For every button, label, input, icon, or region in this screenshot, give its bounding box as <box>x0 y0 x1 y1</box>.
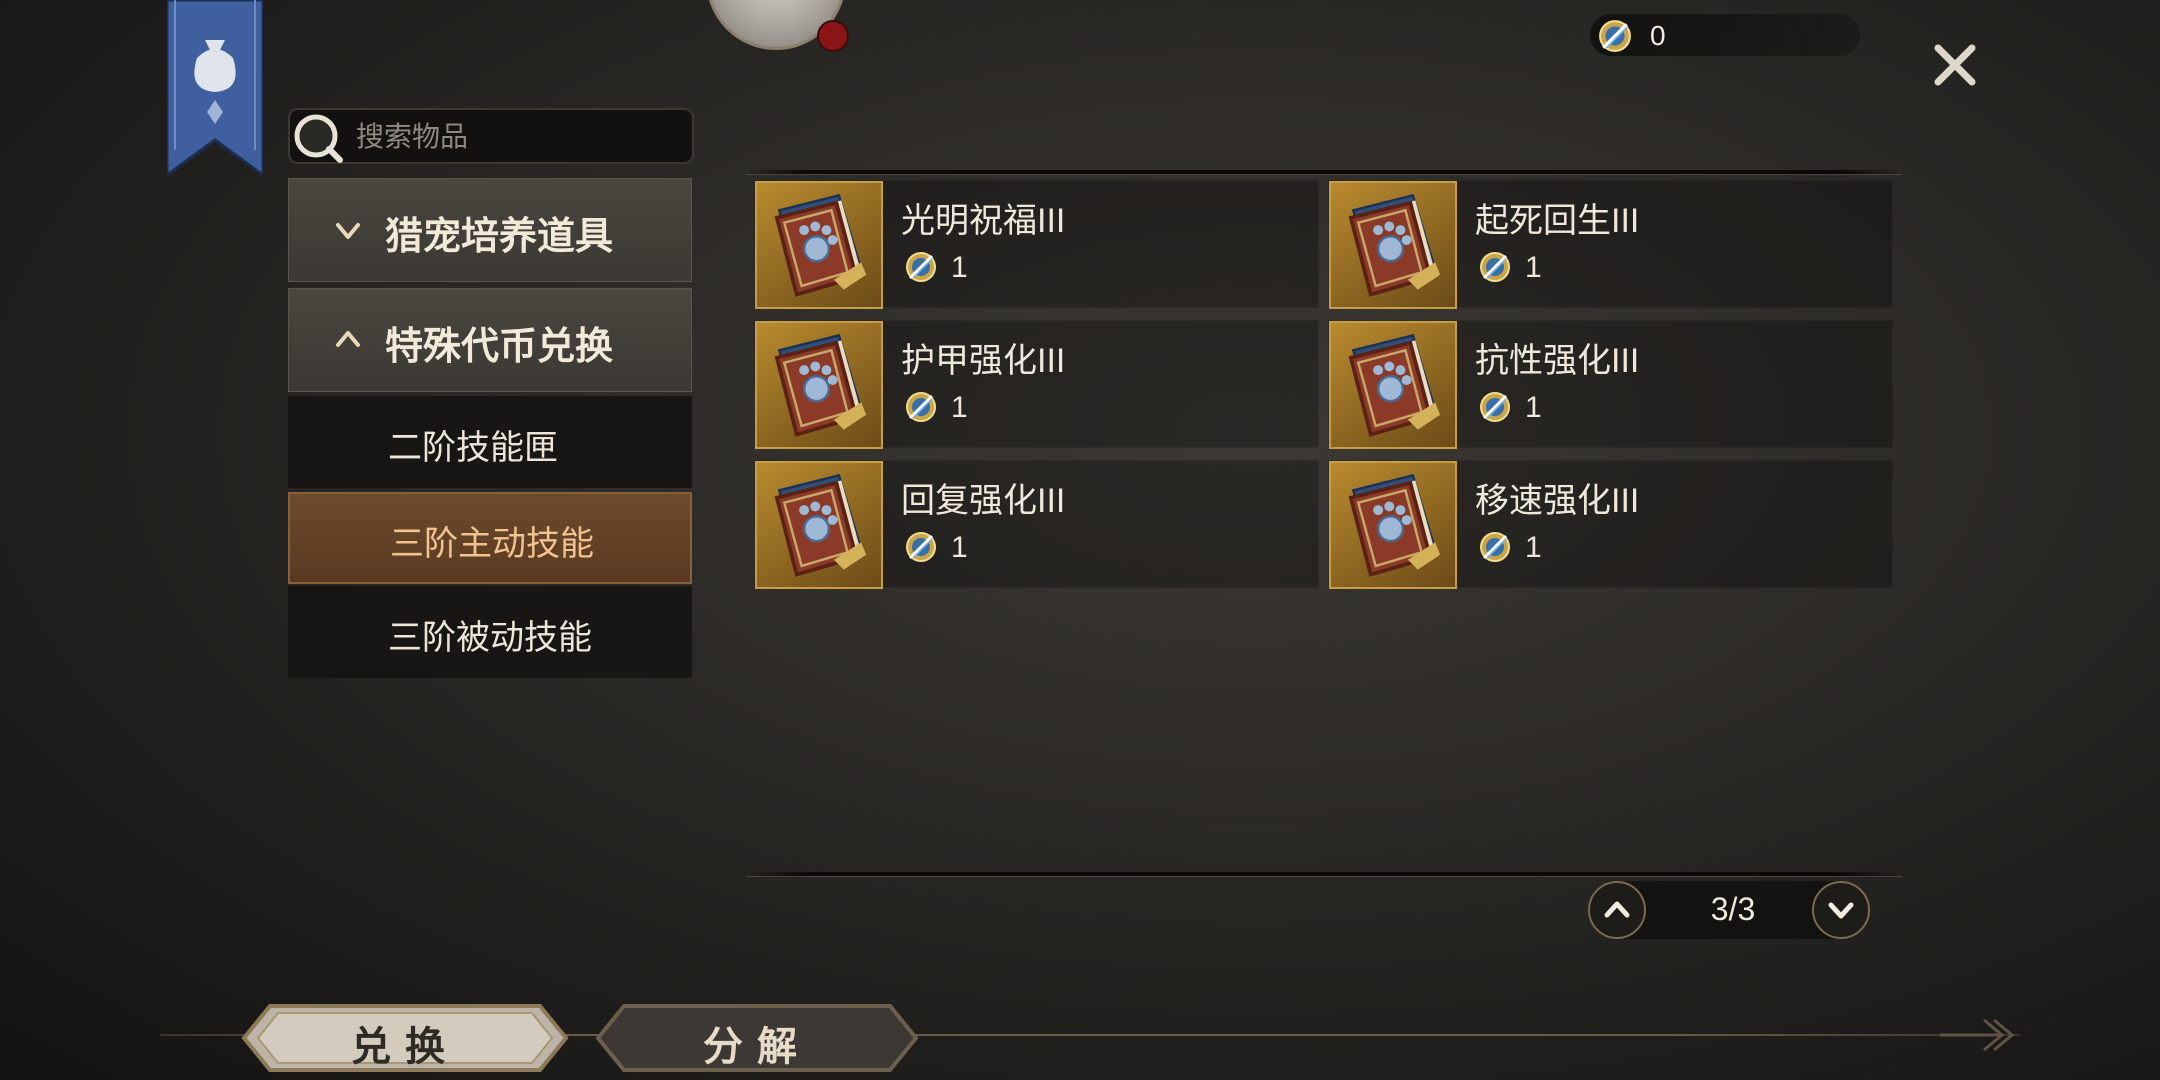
item-price: 1 <box>951 251 968 284</box>
token-price-icon <box>905 531 937 563</box>
shop-item-card[interactable]: 光明祝福III 1 <box>754 180 1319 309</box>
item-name: 光明祝福III <box>901 202 1066 240</box>
currency-amount: 0 <box>1650 20 1666 51</box>
tab-decompose[interactable]: 分解 <box>594 1000 920 1076</box>
currency-display: 0 <box>1590 14 1860 56</box>
item-icon-frame <box>1329 461 1457 589</box>
chevron-up-icon <box>336 331 360 347</box>
token-price-icon <box>1479 531 1511 563</box>
shop-item-card[interactable]: 抗性强化III 1 <box>1328 320 1893 449</box>
item-name: 护甲强化III <box>901 342 1066 380</box>
skill-book-icon <box>1331 463 1455 587</box>
chevron-up-icon <box>1604 901 1630 918</box>
page-up-button[interactable] <box>1588 881 1646 939</box>
skill-book-icon <box>1331 323 1455 447</box>
close-icon <box>1934 44 1976 86</box>
token-price-icon <box>905 251 937 283</box>
item-icon-frame <box>1329 181 1457 309</box>
chevron-down-icon <box>1828 902 1854 919</box>
tab-exchange-label: 兑换 <box>351 1023 459 1070</box>
pagination: 3/3 <box>1588 881 1870 939</box>
item-icon-frame <box>755 461 883 589</box>
item-price: 1 <box>1525 251 1542 284</box>
skill-book-icon <box>757 463 881 587</box>
page-down-button[interactable] <box>1812 881 1870 939</box>
subcategory-tier3-passive-skills[interactable]: 三阶被动技能 <box>288 586 692 678</box>
subcategory-label: 三阶被动技能 <box>388 619 592 657</box>
panel-top-divider <box>746 170 1902 175</box>
panel-bottom-divider <box>746 872 1902 877</box>
search-box <box>288 108 694 164</box>
subcategory-label: 二阶技能匣 <box>388 429 558 467</box>
item-price: 1 <box>1525 391 1542 424</box>
close-button[interactable] <box>1930 40 1980 90</box>
token-price-icon <box>1479 391 1511 423</box>
page-indicator: 3/3 <box>1710 891 1756 927</box>
skill-book-icon <box>1331 183 1455 307</box>
item-name: 移速强化III <box>1475 482 1640 520</box>
ornament-icon <box>1940 1018 2015 1052</box>
chevron-down-icon <box>336 223 360 239</box>
token-price-icon <box>1479 251 1511 283</box>
subcategory-tier2-skill-box[interactable]: 二阶技能匣 <box>288 396 692 488</box>
subcategory-label: 三阶主动技能 <box>390 525 594 563</box>
shop-item-card[interactable]: 起死回生III 1 <box>1328 180 1893 309</box>
shop-item-card[interactable]: 护甲强化III 1 <box>754 320 1319 449</box>
notification-dot <box>817 20 849 52</box>
item-name: 抗性强化III <box>1475 342 1640 380</box>
tab-decompose-label: 分解 <box>703 1023 811 1070</box>
category-label: 猎宠培养道具 <box>385 213 614 258</box>
item-icon-frame <box>1329 321 1457 449</box>
skill-book-icon <box>757 183 881 307</box>
item-price: 1 <box>1525 531 1542 564</box>
tab-exchange[interactable]: 兑换 <box>240 1000 570 1076</box>
item-name: 回复强化III <box>901 482 1066 520</box>
skill-book-icon <box>757 323 881 447</box>
search-input[interactable] <box>354 118 678 156</box>
item-price: 1 <box>951 391 968 424</box>
shop-item-card[interactable]: 回复强化III 1 <box>754 460 1319 589</box>
item-icon-frame <box>755 181 883 309</box>
item-icon-frame <box>755 321 883 449</box>
shop-item-card[interactable]: 移速强化III 1 <box>1328 460 1893 589</box>
shop-banner-icon <box>165 0 265 178</box>
token-currency-icon <box>1598 19 1632 53</box>
category-label: 特殊代币兑换 <box>385 323 614 368</box>
item-name: 起死回生III <box>1475 202 1640 240</box>
search-icon[interactable] <box>290 110 346 166</box>
category-pet-training-items[interactable]: 猎宠培养道具 <box>288 178 692 282</box>
item-price: 1 <box>951 531 968 564</box>
category-special-token-exchange[interactable]: 特殊代币兑换 <box>288 288 692 392</box>
token-price-icon <box>905 391 937 423</box>
subcategory-tier3-active-skills[interactable]: 三阶主动技能 <box>288 492 692 584</box>
